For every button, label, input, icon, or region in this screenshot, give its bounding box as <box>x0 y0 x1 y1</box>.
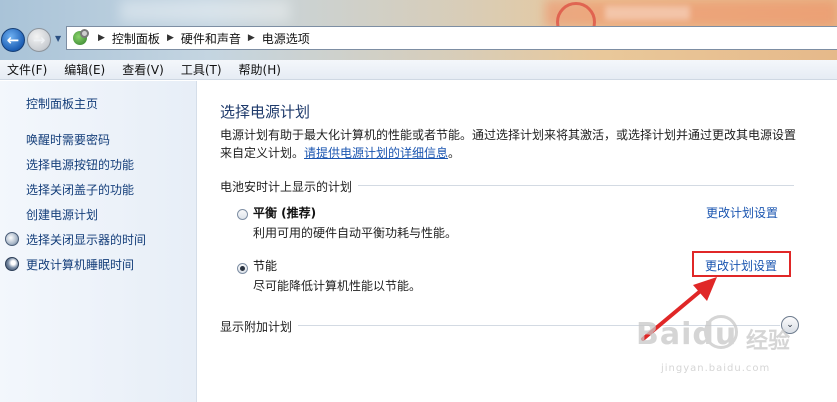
sidebar-item-control-panel-home[interactable]: 控制面板主页 <box>26 95 98 112</box>
menu-edit[interactable]: 编辑(E) <box>64 61 105 78</box>
description-text: 来自定义计划。 <box>220 146 305 160</box>
breadcrumb-separator-icon[interactable]: ▶ <box>167 33 174 43</box>
window-title-bar: ← → ▼ ▶ 控制面板 ▶ 硬件和声音 ▶ 电源选项 <box>0 0 837 60</box>
forward-button[interactable]: → <box>27 28 51 52</box>
plan-details-link[interactable]: 请提供电源计划的详细信息 <box>304 146 448 160</box>
page-title: 选择电源计划 <box>220 103 311 121</box>
title-bar-glass <box>120 0 290 22</box>
breadcrumb-separator-icon[interactable]: ▶ <box>248 33 255 43</box>
breadcrumb-control-panel[interactable]: 控制面板 <box>112 30 160 47</box>
plan-balanced-radio[interactable] <box>237 209 248 220</box>
annotation-highlight-box <box>692 251 791 277</box>
show-additional-plans[interactable]: 显示附加计划 <box>220 318 292 335</box>
watermark-url: jingyan.baidu.com <box>661 363 771 374</box>
description-text: 电源计划有助于最大化计算机的性能或者节能。通过选择计划来将其激活，或选择计划并通… <box>220 128 797 142</box>
control-panel-icon <box>71 29 91 47</box>
breadcrumb-power-options[interactable]: 电源选项 <box>262 30 310 47</box>
breadcrumb-hardware-sound[interactable]: 硬件和声音 <box>181 30 241 47</box>
sidebar-item-create-plan[interactable]: 创建电源计划 <box>26 206 98 223</box>
sidebar-item-lid-close[interactable]: 选择关闭盖子的功能 <box>26 181 134 198</box>
divider <box>358 185 794 186</box>
change-plan-settings-balanced[interactable]: 更改计划设置 <box>706 204 778 221</box>
arrow-left-icon: ← <box>6 31 20 49</box>
address-bar[interactable]: ▶ 控制面板 ▶ 硬件和声音 ▶ 电源选项 <box>66 26 837 50</box>
paw-icon <box>704 315 738 349</box>
sidebar-item-wake-password[interactable]: 唤醒时需要密码 <box>26 131 110 148</box>
menu-help[interactable]: 帮助(H) <box>239 61 281 78</box>
title-bar-glass <box>605 6 690 20</box>
plan-balanced-desc: 利用可用的硬件自动平衡功耗与性能。 <box>253 226 458 240</box>
menu-file[interactable]: 文件(F) <box>7 61 47 78</box>
menu-view[interactable]: 查看(V) <box>122 61 164 78</box>
page-description: 电源计划有助于最大化计算机的性能或者节能。通过选择计划来将其激活，或选择计划并通… <box>220 126 810 162</box>
menu-bar: 文件(F) 编辑(E) 查看(V) 工具(T) 帮助(H) <box>0 60 837 80</box>
plan-powersaver-desc: 尽可能降低计算机性能以节能。 <box>253 279 422 293</box>
breadcrumb-separator-icon[interactable]: ▶ <box>98 33 105 43</box>
sidebar-item-power-button[interactable]: 选择电源按钮的功能 <box>26 156 134 173</box>
baidu-watermark: Baidu 经验 jingyan.baidu.com <box>636 315 806 387</box>
display-icon <box>5 232 19 246</box>
plan-powersaver-name[interactable]: 节能 <box>253 257 277 274</box>
back-button[interactable]: ← <box>1 28 25 52</box>
description-text: 。 <box>448 146 461 160</box>
sidebar-item-sleep-time[interactable]: 更改计算机睡眠时间 <box>26 256 134 273</box>
history-dropdown-icon[interactable]: ▼ <box>55 34 65 44</box>
plan-balanced-name[interactable]: 平衡 (推荐) <box>253 204 316 221</box>
sidebar-item-display-off[interactable]: 选择关闭显示器的时间 <box>26 231 146 248</box>
watermark-sub: 经验 <box>746 329 791 354</box>
sidebar: 控制面板主页 唤醒时需要密码 选择电源按钮的功能 选择关闭盖子的功能 创建电源计… <box>0 81 197 402</box>
moon-icon <box>5 257 19 271</box>
plan-powersaver-radio[interactable] <box>237 263 248 274</box>
plan-group-title: 电池安时计上显示的计划 <box>220 180 353 194</box>
arrow-right-icon: → <box>32 31 46 49</box>
menu-tools[interactable]: 工具(T) <box>181 61 222 78</box>
